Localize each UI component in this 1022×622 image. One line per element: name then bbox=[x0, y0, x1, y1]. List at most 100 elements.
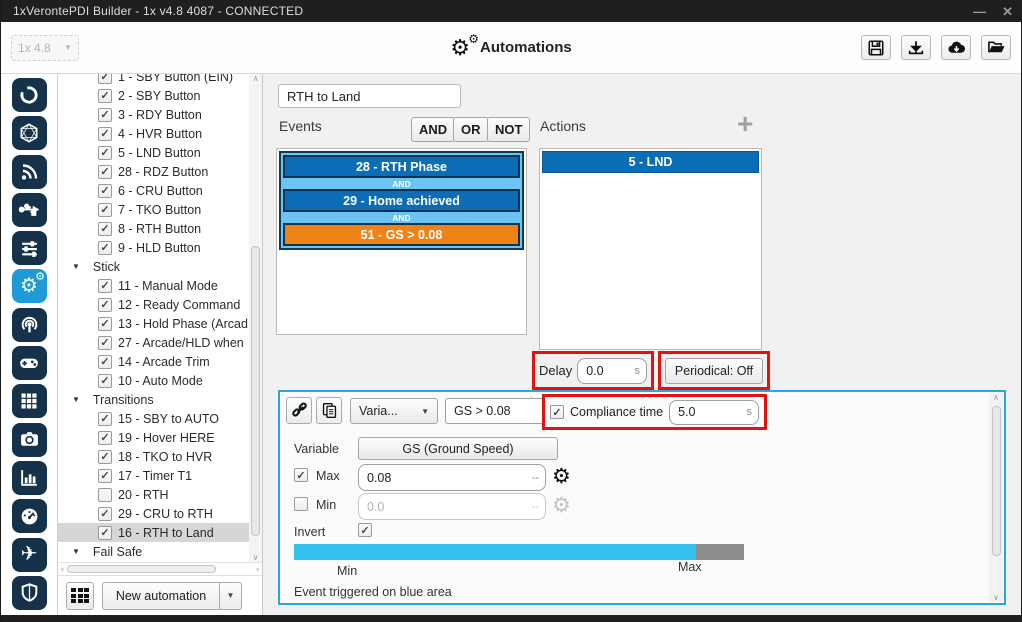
new-automation-button[interactable]: New automation bbox=[102, 582, 220, 610]
event-name-input[interactable] bbox=[446, 404, 544, 418]
scroll-down-icon[interactable]: ∨ bbox=[253, 553, 259, 562]
tree-item[interactable]: ✓9 - HLD Button bbox=[58, 238, 249, 257]
tree-item[interactable]: ✓8 - RTH Button bbox=[58, 219, 249, 238]
close-button[interactable]: ✕ bbox=[1002, 5, 1013, 18]
tree-item-checkbox[interactable]: ✓ bbox=[98, 526, 112, 540]
min-checkbox[interactable] bbox=[294, 497, 308, 511]
sidebar-usb-icon[interactable] bbox=[12, 193, 47, 227]
variable-button[interactable]: GS (Ground Speed) bbox=[358, 437, 558, 460]
tree-item-checkbox[interactable]: ✓ bbox=[98, 108, 112, 122]
tree-item-checkbox[interactable]: ✓ bbox=[98, 298, 112, 312]
save-button[interactable] bbox=[861, 35, 891, 60]
sidebar-gauge-icon[interactable] bbox=[12, 499, 47, 533]
periodical-button[interactable]: Periodical: Off bbox=[665, 358, 763, 384]
tree-item[interactable]: ✓7 - TKO Button bbox=[58, 200, 249, 219]
tree-vertical-scrollbar[interactable]: ∧ ∨ bbox=[249, 74, 262, 562]
tree-item[interactable]: ✓29 - CRU to RTH bbox=[58, 504, 249, 523]
tree-item[interactable]: ✓17 - Timer T1 bbox=[58, 466, 249, 485]
tree-item[interactable]: ✓10 - Auto Mode bbox=[58, 371, 249, 390]
automation-grid-button[interactable] bbox=[66, 582, 94, 610]
tree-item-checkbox[interactable]: ✓ bbox=[98, 317, 112, 331]
scrollbar-thumb[interactable] bbox=[251, 246, 260, 536]
copy-button[interactable] bbox=[316, 397, 342, 424]
tree-item[interactable]: ✓13 - Hold Phase (Arcad bbox=[58, 314, 249, 333]
tree-item[interactable]: ✓18 - TKO to HVR bbox=[58, 447, 249, 466]
triangle-down-icon[interactable]: ▼ bbox=[72, 395, 80, 404]
tree-item-checkbox[interactable]: ✓ bbox=[98, 279, 112, 293]
scrollbar-thumb[interactable] bbox=[992, 406, 1001, 556]
invert-checkbox[interactable]: ✓ bbox=[358, 523, 372, 537]
tree-item-checkbox[interactable]: ✓ bbox=[98, 184, 112, 198]
min-input[interactable] bbox=[359, 500, 545, 514]
event-group[interactable]: 28 - RTH PhaseAND29 - Home achievedAND51… bbox=[279, 151, 524, 250]
tree-item-checkbox[interactable]: ✓ bbox=[98, 222, 112, 236]
sidebar-gamepad-icon[interactable] bbox=[12, 346, 47, 380]
tree-item[interactable]: ✓19 - Hover HERE bbox=[58, 428, 249, 447]
scroll-right-icon[interactable]: › bbox=[256, 564, 259, 574]
scroll-up-icon[interactable]: ∧ bbox=[253, 74, 259, 83]
tree-item[interactable]: ✓12 - Ready Command bbox=[58, 295, 249, 314]
tree-item[interactable]: ✓4 - HVR Button bbox=[58, 124, 249, 143]
event-block[interactable]: 51 - GS > 0.08 bbox=[283, 223, 520, 246]
sidebar-veronte-ring-icon[interactable] bbox=[12, 78, 47, 112]
scroll-up-icon[interactable]: ∧ bbox=[993, 393, 999, 402]
tree-item[interactable]: ✓14 - Arcade Trim bbox=[58, 352, 249, 371]
compliance-checkbox[interactable]: ✓ bbox=[550, 405, 564, 419]
open-folder-button[interactable] bbox=[981, 35, 1011, 60]
max-gear-icon[interactable]: ⚙ bbox=[552, 466, 571, 487]
max-input[interactable] bbox=[359, 471, 545, 485]
sidebar-shield-icon[interactable] bbox=[12, 576, 47, 610]
automation-name-input[interactable] bbox=[278, 84, 461, 108]
tree-item-checkbox[interactable]: ✓ bbox=[98, 412, 112, 426]
tree-item-checkbox[interactable]: ✓ bbox=[98, 374, 112, 388]
scroll-left-icon[interactable]: ‹ bbox=[61, 564, 64, 574]
tree-item[interactable]: ✓2 - SBY Button bbox=[58, 86, 249, 105]
tree-item[interactable]: 20 - RTH bbox=[58, 485, 249, 504]
max-checkbox[interactable]: ✓ bbox=[294, 468, 308, 482]
event-block[interactable]: 28 - RTH Phase bbox=[283, 155, 520, 178]
sidebar-podcast-icon[interactable] bbox=[12, 308, 47, 342]
scroll-down-icon[interactable]: ∨ bbox=[993, 593, 999, 602]
editor-scrollbar[interactable]: ∧ ∨ bbox=[989, 393, 1003, 602]
tree-item-checkbox[interactable]: ✓ bbox=[98, 355, 112, 369]
sidebar-chart-icon[interactable] bbox=[12, 461, 47, 495]
or-operator-button[interactable]: OR bbox=[453, 117, 489, 142]
cloud-download-button[interactable] bbox=[941, 35, 971, 60]
tree-item[interactable]: ✓27 - Arcade/HLD when bbox=[58, 333, 249, 352]
tree-horizontal-scrollbar[interactable]: ‹ › bbox=[58, 562, 262, 575]
tree-item-checkbox[interactable]: ✓ bbox=[98, 146, 112, 160]
compliance-input[interactable] bbox=[670, 405, 758, 419]
plus-icon[interactable]: + bbox=[737, 110, 753, 138]
sidebar-grid-icon[interactable] bbox=[12, 384, 47, 418]
not-operator-button[interactable]: NOT bbox=[487, 117, 530, 142]
tree-item[interactable]: ✓5 - LND Button bbox=[58, 143, 249, 162]
sidebar-sliders-icon[interactable] bbox=[12, 231, 47, 265]
threshold-slider[interactable] bbox=[294, 544, 744, 560]
sidebar-platform-hexagon-icon[interactable] bbox=[12, 116, 47, 150]
event-block[interactable]: 29 - Home achieved bbox=[283, 189, 520, 212]
event-type-selector[interactable]: Varia... ▼ bbox=[350, 398, 438, 424]
sidebar-plane-icon[interactable]: ✈ bbox=[12, 538, 47, 572]
tree-section[interactable]: ▼Fail Safe bbox=[58, 542, 249, 561]
tree-item-checkbox[interactable]: ✓ bbox=[98, 165, 112, 179]
tree-item-checkbox[interactable]: ✓ bbox=[98, 469, 112, 483]
scrollbar-thumb[interactable] bbox=[67, 565, 216, 573]
tree-item-checkbox[interactable]: ✓ bbox=[98, 74, 112, 84]
tree-item[interactable]: ✓11 - Manual Mode bbox=[58, 276, 249, 295]
tree-item-checkbox[interactable]: ✓ bbox=[98, 241, 112, 255]
sidebar-telemetry-icon[interactable] bbox=[12, 155, 47, 189]
tree-item-checkbox[interactable]: ✓ bbox=[98, 336, 112, 350]
tree-item[interactable]: ✓28 - RDZ Button bbox=[58, 162, 249, 181]
tree-item-checkbox[interactable]: ✓ bbox=[98, 507, 112, 521]
sidebar-camera-icon[interactable] bbox=[12, 423, 47, 457]
sidebar-automations-gears-icon[interactable]: ⚙⚙ bbox=[12, 269, 47, 303]
link-button[interactable] bbox=[286, 397, 312, 424]
tree-item-checkbox[interactable]: ✓ bbox=[98, 203, 112, 217]
tree-item-checkbox[interactable] bbox=[98, 488, 112, 502]
action-block[interactable]: 5 - LND bbox=[542, 151, 759, 173]
tree-item-checkbox[interactable]: ✓ bbox=[98, 431, 112, 445]
new-automation-dropdown[interactable]: ▼ bbox=[220, 582, 242, 610]
download-button[interactable] bbox=[901, 35, 931, 60]
tree-item-checkbox[interactable]: ✓ bbox=[98, 450, 112, 464]
triangle-down-icon[interactable]: ▼ bbox=[72, 547, 80, 556]
